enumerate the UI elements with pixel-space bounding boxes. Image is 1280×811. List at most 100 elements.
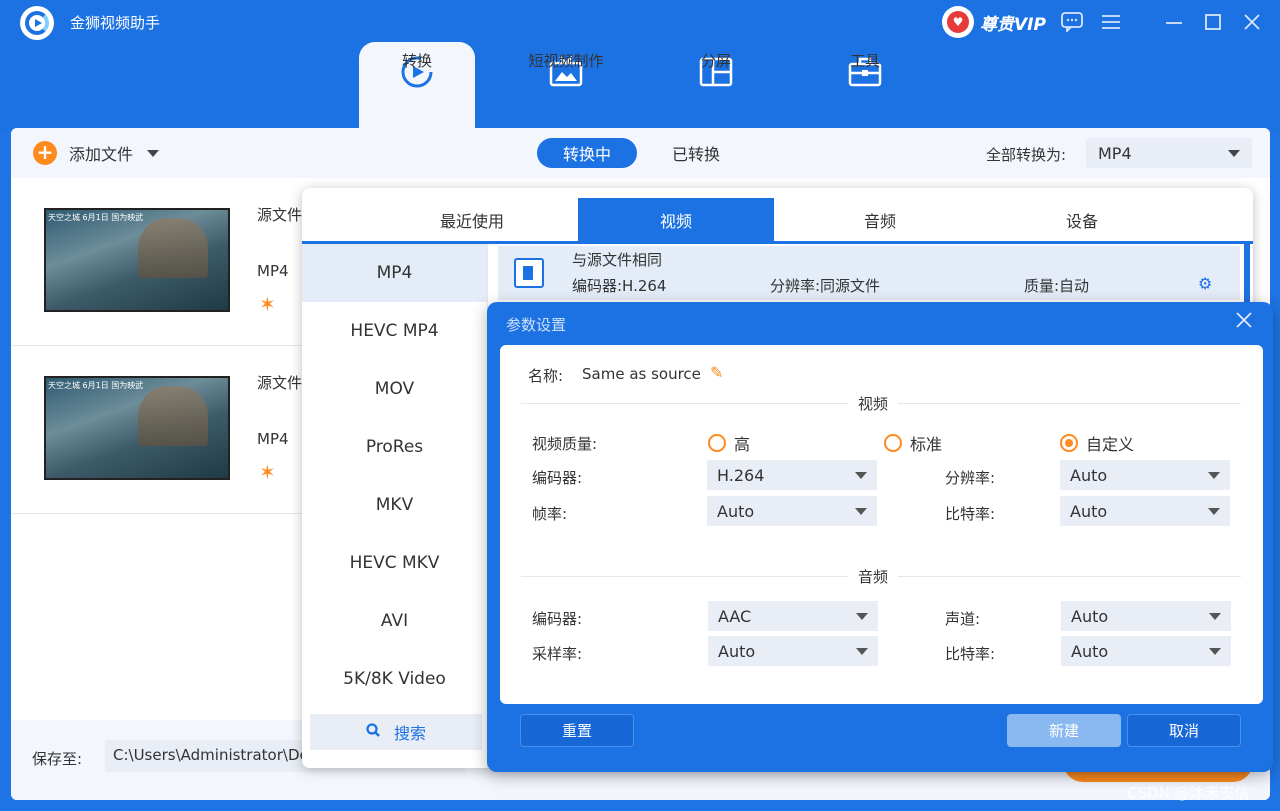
channel-select[interactable]: Auto bbox=[1061, 601, 1231, 631]
format-item[interactable]: HEVC MP4 bbox=[302, 302, 487, 360]
chevron-down-icon bbox=[1209, 647, 1221, 655]
menu-icon[interactable] bbox=[1099, 10, 1123, 34]
close-icon[interactable] bbox=[1231, 310, 1257, 336]
channel-label: 声道: bbox=[945, 610, 981, 628]
format-item[interactable]: AVI bbox=[302, 592, 487, 650]
samplerate-label: 采样率: bbox=[532, 645, 583, 663]
source-label: 源文件 bbox=[257, 374, 303, 392]
save-to-label: 保存至: bbox=[32, 750, 83, 768]
preset-item[interactable]: 与源文件相同 编码器:H.264 分辨率:同源文件 质量:自动 ⚙ bbox=[498, 246, 1240, 300]
vip-label: 尊贵VIP bbox=[980, 14, 1046, 35]
chevron-down-icon[interactable] bbox=[147, 149, 160, 157]
gear-icon[interactable]: ⚙ bbox=[1198, 274, 1212, 293]
video-encoder-label: 编码器: bbox=[532, 469, 583, 487]
resolution-select[interactable]: Auto bbox=[1060, 460, 1230, 490]
close-window-icon[interactable] bbox=[1240, 10, 1264, 34]
tab-convert-label: 转换 bbox=[401, 52, 432, 70]
format-item[interactable]: ProRes bbox=[302, 418, 487, 476]
tab-tools[interactable]: 工具 bbox=[807, 42, 923, 130]
message-icon[interactable] bbox=[1060, 10, 1084, 34]
chevron-down-icon bbox=[856, 612, 868, 620]
video-quality-label: 视频质量: bbox=[532, 435, 598, 453]
video-thumbnail: 天空之城 6月1日 国为映武 bbox=[44, 208, 230, 312]
preset-encoder: 编码器:H.264 bbox=[572, 277, 667, 295]
reset-button[interactable]: 重置 bbox=[520, 714, 634, 747]
vip-button[interactable]: ♥ 尊贵VIP bbox=[942, 6, 1046, 38]
new-button[interactable]: 新建 bbox=[1007, 714, 1121, 747]
title-bar: 金狮视频助手 ♥ 尊贵VIP 转换 短视频制作 分屏 工具 bbox=[0, 0, 1280, 130]
format-item[interactable]: MKV bbox=[302, 476, 487, 534]
format-item[interactable]: HEVC MKV bbox=[302, 534, 487, 592]
watermark: CSDN @沐禾安信 bbox=[1127, 784, 1250, 802]
chevron-down-icon bbox=[855, 507, 867, 515]
chevron-down-icon bbox=[1209, 612, 1221, 620]
search-label: 搜索 bbox=[393, 724, 426, 743]
thumbnail-caption: 天空之城 6月1日 国为映武 bbox=[48, 213, 144, 222]
add-file-button[interactable]: + 添加文件 bbox=[33, 141, 160, 165]
effect-star-icon[interactable]: ✶ bbox=[259, 460, 276, 484]
app-title: 金狮视频助手 bbox=[70, 14, 161, 32]
tab-converted[interactable]: 已转换 bbox=[651, 138, 741, 168]
cancel-button[interactable]: 取消 bbox=[1127, 714, 1241, 747]
format-search-button[interactable]: 搜索 bbox=[310, 714, 482, 750]
params-dialog: 参数设置 名称: Same as source ✎ 视频 视频质量: 高 标准 … bbox=[487, 302, 1273, 772]
tab-device[interactable]: 设备 bbox=[982, 198, 1182, 242]
file-format: MP4 bbox=[257, 430, 289, 448]
tab-short-video[interactable]: 短视频制作 bbox=[508, 42, 624, 130]
name-value: Same as source bbox=[582, 365, 701, 383]
toolbar: + 添加文件 转换中 已转换 全部转换为: MP4 bbox=[11, 128, 1270, 178]
effect-star-icon[interactable]: ✶ bbox=[259, 292, 276, 316]
preset-quality: 质量:自动 bbox=[1024, 277, 1090, 295]
convert-all-value: MP4 bbox=[1098, 143, 1132, 163]
preset-video-icon bbox=[514, 258, 544, 288]
edit-pencil-icon[interactable]: ✎ bbox=[710, 363, 723, 382]
format-item[interactable]: MOV bbox=[302, 360, 487, 418]
resolution-label: 分辨率: bbox=[945, 469, 996, 487]
add-file-label: 添加文件 bbox=[69, 145, 134, 164]
video-thumbnail: 天空之城 6月1日 国为映武 bbox=[44, 376, 230, 480]
chevron-down-icon bbox=[855, 471, 867, 479]
quality-custom-radio[interactable]: 自定义 bbox=[1060, 431, 1134, 455]
tab-split-screen-label: 分屏 bbox=[700, 52, 731, 70]
tab-short-video-label: 短视频制作 bbox=[528, 52, 604, 70]
name-label: 名称: bbox=[528, 367, 564, 385]
framerate-label: 帧率: bbox=[532, 505, 568, 523]
chevron-down-icon bbox=[1228, 149, 1240, 157]
preset-title: 与源文件相同 bbox=[572, 251, 663, 269]
search-icon bbox=[366, 723, 380, 741]
format-item[interactable]: MP4 bbox=[302, 244, 487, 302]
tab-convert[interactable]: 转换 bbox=[359, 42, 475, 130]
format-list: MP4 HEVC MP4 MOV ProRes MKV HEVC MKV AVI… bbox=[302, 244, 488, 768]
chevron-down-icon bbox=[1208, 471, 1220, 479]
video-encoder-select[interactable]: H.264 bbox=[707, 460, 877, 490]
plus-icon: + bbox=[33, 141, 57, 165]
file-format: MP4 bbox=[257, 262, 289, 280]
tab-video[interactable]: 视频 bbox=[578, 198, 774, 242]
convert-all-select[interactable]: MP4 bbox=[1086, 138, 1252, 168]
video-bitrate-select[interactable]: Auto bbox=[1060, 496, 1230, 526]
dialog-body: 名称: Same as source ✎ 视频 视频质量: 高 标准 自定义 编… bbox=[500, 345, 1263, 704]
tab-converting[interactable]: 转换中 bbox=[537, 138, 637, 168]
video-section-title: 视频 bbox=[848, 393, 899, 414]
quality-high-radio[interactable]: 高 bbox=[708, 431, 750, 455]
tab-split-screen[interactable]: 分屏 bbox=[658, 42, 774, 130]
app-logo-icon bbox=[20, 6, 54, 40]
chevron-down-icon bbox=[856, 647, 868, 655]
preset-resolution: 分辨率:同源文件 bbox=[770, 277, 881, 295]
audio-encoder-select[interactable]: AAC bbox=[708, 601, 878, 631]
minimize-icon[interactable] bbox=[1162, 10, 1186, 34]
dialog-title: 参数设置 bbox=[506, 316, 567, 334]
vip-heart-icon: ♥ bbox=[942, 6, 974, 38]
audio-encoder-label: 编码器: bbox=[532, 610, 583, 628]
tab-tools-label: 工具 bbox=[849, 52, 880, 70]
tab-recent[interactable]: 最近使用 bbox=[372, 198, 572, 242]
audio-bitrate-select[interactable]: Auto bbox=[1061, 636, 1231, 666]
framerate-select[interactable]: Auto bbox=[707, 496, 877, 526]
quality-standard-radio[interactable]: 标准 bbox=[884, 431, 942, 455]
samplerate-select[interactable]: Auto bbox=[708, 636, 878, 666]
tab-audio[interactable]: 音频 bbox=[780, 198, 980, 242]
maximize-icon[interactable] bbox=[1201, 10, 1225, 34]
audio-bitrate-label: 比特率: bbox=[945, 645, 996, 663]
convert-all-label: 全部转换为: bbox=[986, 146, 1067, 164]
format-item[interactable]: 5K/8K Video bbox=[302, 650, 487, 708]
